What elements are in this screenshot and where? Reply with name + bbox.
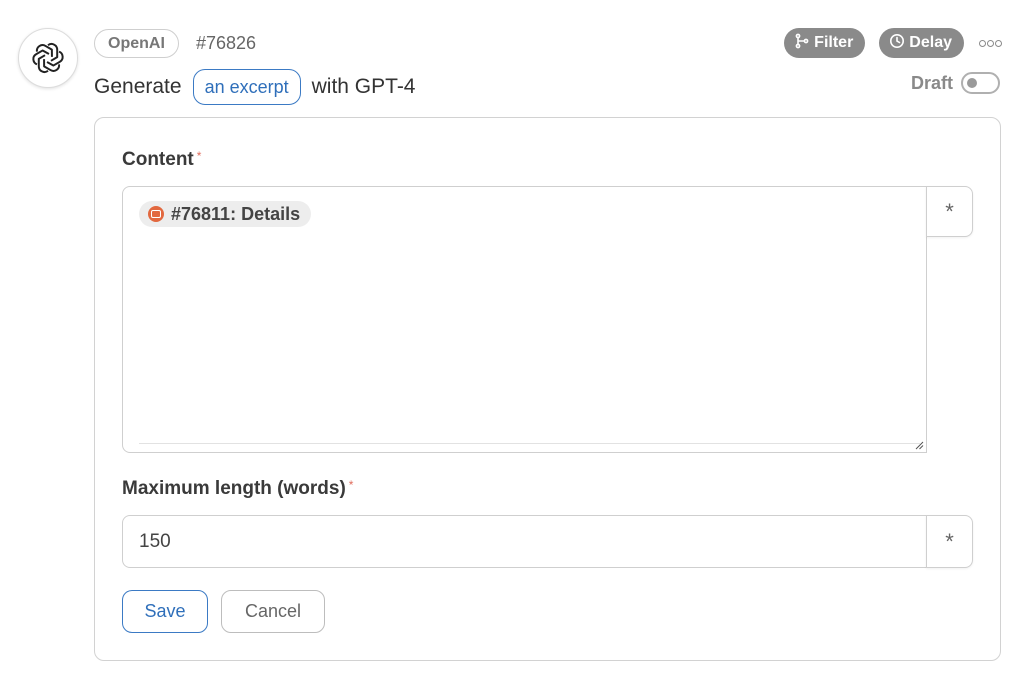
required-mark: * xyxy=(348,478,354,492)
title-suffix: with GPT-4 xyxy=(311,75,416,98)
cancel-button[interactable]: Cancel xyxy=(221,590,325,633)
variable-token[interactable]: #76811: Details xyxy=(139,201,312,227)
token-label: #76811: Details xyxy=(171,203,301,224)
step-token-icon xyxy=(148,206,164,222)
resize-handle-icon[interactable] xyxy=(914,440,924,450)
draft-toggle-group: Draft xyxy=(911,72,1000,94)
content-label-text: Content xyxy=(122,149,194,170)
insert-variable-button[interactable]: * xyxy=(926,515,973,568)
required-mark: * xyxy=(196,149,202,163)
max-length-label-text: Maximum length (words) xyxy=(122,478,346,499)
max-length-input[interactable]: 150 xyxy=(122,515,927,568)
step-actions: Filter Delay xyxy=(784,28,1002,58)
branch-filter-icon xyxy=(794,33,810,54)
provider-badge[interactable]: OpenAI xyxy=(94,29,179,58)
filter-button[interactable]: Filter xyxy=(784,28,866,58)
max-length-label: Maximum length (words) * xyxy=(122,478,353,500)
step-id: #76826 xyxy=(196,33,257,53)
step-config-card: Content * #76811: Details * Maximum lengt… xyxy=(94,117,1001,661)
more-dots-icon[interactable] xyxy=(978,36,1002,50)
textarea-divider xyxy=(139,443,920,444)
output-type-selector[interactable]: an excerpt xyxy=(192,69,301,105)
clock-icon xyxy=(889,33,905,54)
step-title: Generate an excerpt with GPT-4 xyxy=(94,69,416,105)
title-prefix: Generate xyxy=(94,75,182,98)
content-label: Content * xyxy=(122,149,201,171)
delay-button[interactable]: Delay xyxy=(879,28,964,58)
step-editor-page: OpenAI #76826 Filter Delay Generate an e… xyxy=(0,0,1024,673)
content-textarea[interactable]: #76811: Details xyxy=(122,186,927,453)
draft-toggle[interactable] xyxy=(961,72,1000,94)
delay-label: Delay xyxy=(909,34,952,51)
filter-label: Filter xyxy=(814,34,854,51)
insert-variable-button[interactable]: * xyxy=(926,186,973,237)
draft-label: Draft xyxy=(910,72,953,93)
save-button[interactable]: Save xyxy=(122,590,208,633)
openai-logo-icon xyxy=(18,28,78,88)
